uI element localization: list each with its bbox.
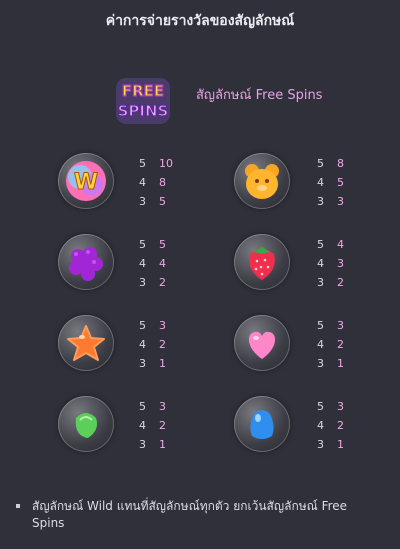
- heart-candy-icon: [234, 315, 290, 371]
- strawberry-candy-icon: [234, 234, 290, 290]
- grape-candy-icon: [58, 234, 114, 290]
- svg-text:SPINS: SPINS: [118, 102, 169, 120]
- svg-text:FREE: FREE: [122, 82, 164, 100]
- paytable-strawberry-candy: 54 43 32: [317, 238, 344, 289]
- wild-rule-text: สัญลักษณ์ Wild แทนที่สัญลักษณ์ทุกตัว ยกเ…: [32, 499, 348, 530]
- paytable-grape-candy: 55 44 32: [139, 238, 166, 289]
- star-candy-icon: [58, 315, 114, 371]
- blue-jelly-icon: [234, 396, 290, 452]
- bullet-icon: [16, 504, 20, 508]
- paytable-wild: 5 10 48 35: [139, 157, 173, 208]
- green-jelly-icon: [58, 396, 114, 452]
- paytable-green-jelly: 53 42 31: [139, 400, 166, 451]
- paytable-star-candy: 53 42 31: [139, 319, 166, 370]
- paytable-blue-jelly: 53 42 31: [317, 400, 344, 451]
- paytable-gummy-bear: 58 45 33: [317, 157, 344, 208]
- svg-text:W: W: [74, 170, 98, 195]
- free-spins-logo-icon: FREE SPINS: [116, 78, 170, 124]
- page-title: ค่าการจ่ายรางวัลของสัญลักษณ์: [105, 13, 295, 29]
- paytable-heart-candy: 53 42 31: [317, 319, 344, 370]
- free-spins-label: สัญลักษณ์ Free Spins: [196, 88, 323, 103]
- wild-icon: W: [58, 153, 114, 209]
- gummy-bear-icon: [234, 153, 290, 209]
